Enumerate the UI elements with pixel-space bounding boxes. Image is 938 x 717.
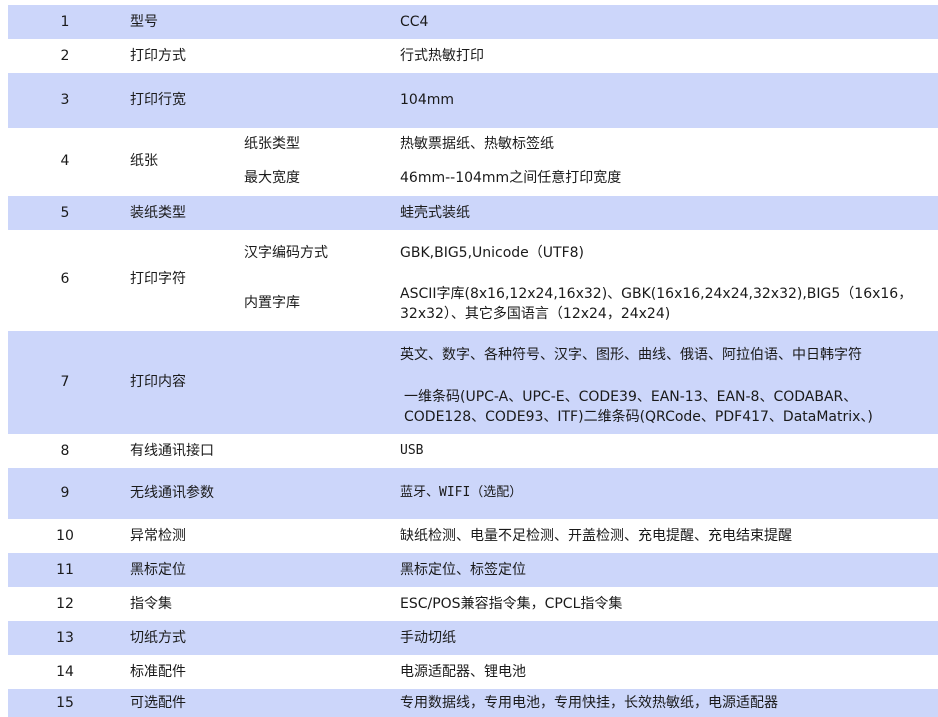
- table-row: 14 标准配件 电源适配器、锂电池: [8, 655, 938, 689]
- table-row: 4 纸张 纸张类型 热敏票据纸、热敏标签纸 最大宽度 46mm--104mm之间…: [8, 128, 938, 196]
- table-row: 5 装纸类型 蛙壳式装纸: [8, 196, 938, 230]
- row-number: 3: [60, 92, 70, 108]
- sub-label: 纸张类型: [244, 136, 300, 152]
- table-row: 3 打印行宽 104mm: [8, 73, 938, 128]
- table-row: 15 可选配件 专用数据线，专用电池，专用快挂，长效热敏纸，电源适配器: [8, 689, 938, 717]
- row-value: 电源适配器、锂电池: [400, 664, 526, 680]
- row-number: 14: [56, 664, 74, 680]
- row-number: 10: [56, 528, 74, 544]
- row-label: 切纸方式: [130, 630, 186, 646]
- row-label: 打印内容: [130, 374, 186, 390]
- table-row: 1 型号 CC4: [8, 5, 938, 39]
- table-row: 10 异常检测 缺纸检测、电量不足检测、开盖检测、充电提醒、充电结束提醒: [8, 519, 938, 553]
- row-number: 7: [60, 374, 70, 390]
- table-row: 2 打印方式 行式热敏打印: [8, 39, 938, 73]
- row-label: 可选配件: [130, 695, 186, 711]
- row-label: 纸张: [130, 153, 158, 169]
- sub-label: 最大宽度: [244, 170, 300, 186]
- sub-value: ASCII字库(8x16,12x24,16x32)、GBK(16x16,24x2…: [400, 286, 913, 322]
- row-value: 专用数据线，专用电池，专用快挂，长效热敏纸，电源适配器: [400, 695, 778, 711]
- table-row: 13 切纸方式 手动切纸: [8, 621, 938, 655]
- row-value-line: 一维条码(UPC-A、UPC-E、CODE39、EAN-13、EAN-8、COD…: [404, 389, 873, 425]
- table-row: 7 打印内容 英文、数字、各种符号、汉字、图形、曲线、俄语、阿拉伯语、中日韩字符…: [8, 331, 938, 434]
- row-label: 异常检测: [130, 528, 186, 544]
- sub-value: 热敏票据纸、热敏标签纸: [400, 136, 554, 152]
- row-value: 蓝牙、WIFI（选配）: [400, 485, 523, 500]
- row-label: 打印字符: [130, 271, 186, 287]
- row-value: 黑标定位、标签定位: [400, 562, 526, 578]
- row-number: 8: [60, 443, 70, 459]
- table-row: 11 黑标定位 黑标定位、标签定位: [8, 553, 938, 587]
- table-row: 12 指令集 ESC/POS兼容指令集，CPCL指令集: [8, 587, 938, 621]
- row-value: 行式热敏打印: [400, 48, 484, 64]
- row-label: 装纸类型: [130, 205, 186, 221]
- row-label: 打印方式: [130, 48, 186, 64]
- sub-label: 内置字库: [244, 295, 300, 311]
- table-row: 6 打印字符 汉字编码方式 GBK,BIG5,Unicode（UTF8) 内置字…: [8, 230, 938, 331]
- row-value: 蛙壳式装纸: [400, 205, 470, 221]
- row-label: 黑标定位: [130, 562, 186, 578]
- row-value: ESC/POS兼容指令集，CPCL指令集: [400, 596, 623, 612]
- row-number: 12: [56, 596, 74, 612]
- table-row: 9 无线通讯参数 蓝牙、WIFI（选配）: [8, 468, 938, 519]
- row-label: 有线通讯接口: [130, 443, 214, 459]
- row-value: CC4: [400, 14, 429, 30]
- sub-value: GBK,BIG5,Unicode（UTF8): [400, 245, 585, 261]
- row-number: 13: [56, 630, 74, 646]
- row-number: 15: [56, 695, 74, 711]
- row-label: 指令集: [130, 596, 172, 612]
- row-value: 缺纸检测、电量不足检测、开盖检测、充电提醒、充电结束提醒: [400, 528, 792, 544]
- row-value-line: 英文、数字、各种符号、汉字、图形、曲线、俄语、阿拉伯语、中日韩字符: [400, 347, 862, 363]
- row-number: 5: [60, 205, 70, 221]
- row-label: 型号: [130, 14, 158, 30]
- row-number: 6: [60, 271, 70, 287]
- row-value: USB: [400, 443, 424, 458]
- sub-label: 汉字编码方式: [244, 245, 328, 261]
- row-value: 手动切纸: [400, 630, 456, 646]
- row-number: 2: [60, 48, 70, 64]
- row-value: 104mm: [400, 92, 454, 108]
- row-label: 无线通讯参数: [130, 485, 214, 501]
- table-row: 8 有线通讯接口 USB: [8, 434, 938, 468]
- row-label: 打印行宽: [130, 92, 186, 108]
- row-label: 标准配件: [130, 664, 186, 680]
- row-number: 11: [56, 562, 74, 578]
- row-number: 9: [60, 485, 70, 501]
- sub-value: 46mm--104mm之间任意打印宽度: [400, 170, 622, 186]
- row-number: 1: [60, 14, 70, 30]
- row-number: 4: [60, 153, 70, 169]
